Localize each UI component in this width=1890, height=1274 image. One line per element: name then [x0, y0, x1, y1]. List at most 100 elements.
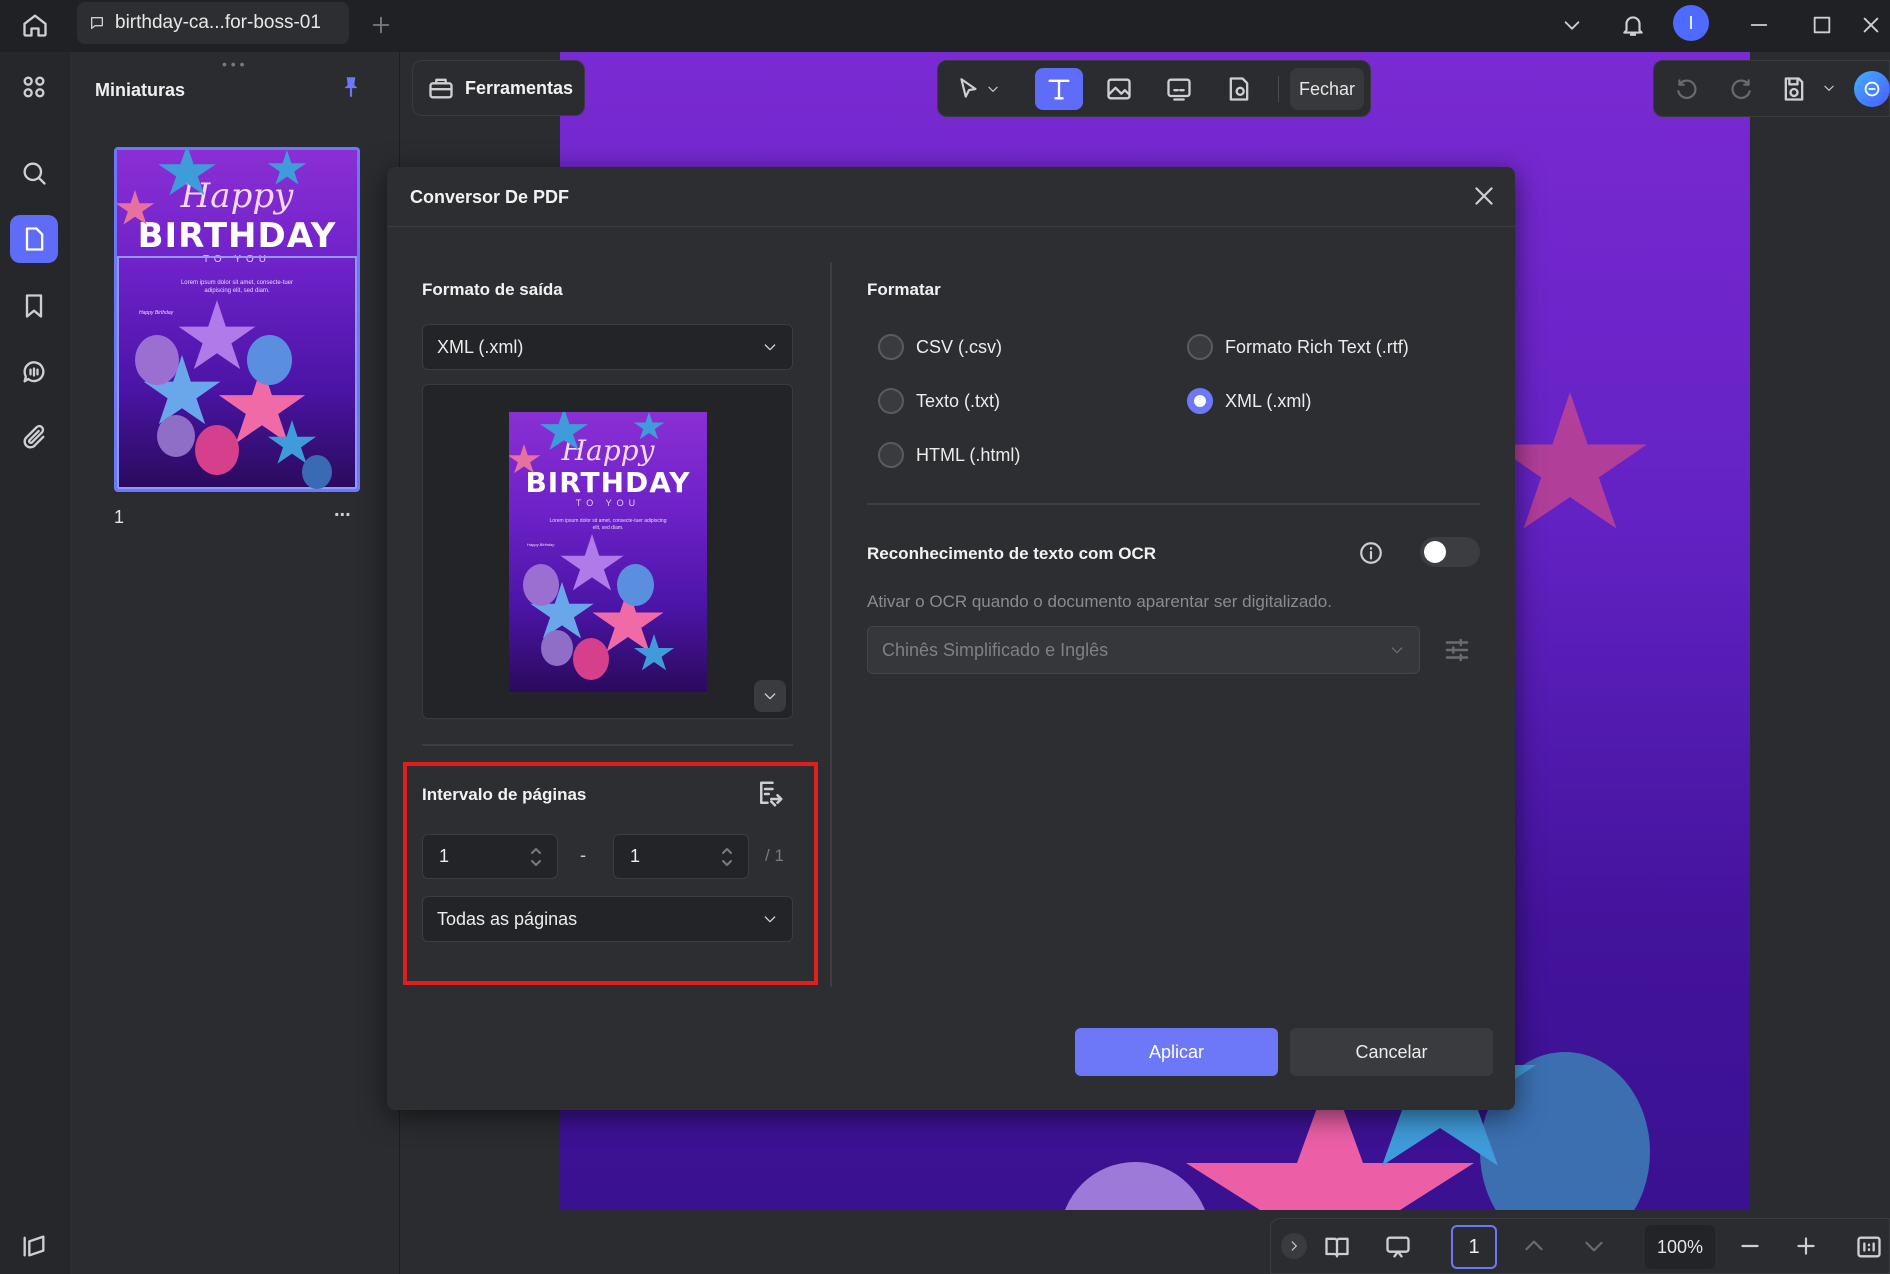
rail-comments-button[interactable] [10, 348, 58, 396]
avatar[interactable]: I [1673, 5, 1709, 41]
rail-apps-button[interactable] [10, 63, 58, 111]
output-format-select[interactable]: XML (.xml) [422, 324, 793, 370]
cancel-button[interactable]: Cancelar [1290, 1028, 1493, 1076]
format-option-rtf[interactable]: Formato Rich Text (.rtf) [1187, 334, 1409, 360]
rail-search-button[interactable] [10, 149, 58, 197]
link-tool[interactable] [1155, 68, 1203, 110]
radio-button[interactable] [878, 334, 904, 360]
ocr-language-select[interactable]: Chinês Simplificado e Inglês [867, 626, 1420, 674]
notifications-button[interactable] [1614, 6, 1652, 44]
dialog-close-button[interactable] [1471, 183, 1497, 209]
output-format-value: XML (.xml) [437, 336, 524, 357]
format-option-txt[interactable]: Texto (.txt) [878, 388, 1000, 414]
drag-handle[interactable]: • • • [222, 56, 244, 72]
radio-button[interactable] [1187, 334, 1213, 360]
close-edit-button[interactable]: Fechar [1290, 68, 1364, 110]
watermark-tool[interactable] [1215, 68, 1263, 110]
presentation-button[interactable] [1383, 1233, 1413, 1261]
poster-to-you: TO YOU [575, 498, 641, 508]
preview-expand-button[interactable] [754, 680, 786, 712]
reading-mode-button[interactable] [1323, 1233, 1351, 1261]
tab-list-button[interactable] [1555, 8, 1589, 42]
minimize-button[interactable] [1740, 6, 1778, 44]
dialog-title: Conversor De PDF [410, 187, 570, 207]
page-thumbnail[interactable]: Happy BIRTHDAY TO YOU Lorem ipsum dolor … [114, 147, 360, 492]
expand-button[interactable] [1281, 1233, 1307, 1259]
tools-label: Ferramentas [465, 77, 574, 98]
ocr-settings-button[interactable] [1442, 635, 1472, 665]
right-divider [867, 503, 1480, 505]
poster-happy: Happy [561, 434, 655, 467]
ai-assistant-button[interactable] [1854, 71, 1890, 107]
home-icon [23, 14, 47, 37]
format-option-label: Formato Rich Text (.rtf) [1225, 336, 1409, 357]
format-option-xml[interactable]: XML (.xml) [1187, 388, 1311, 414]
home-button[interactable] [16, 6, 54, 44]
undo-button[interactable] [1674, 76, 1700, 102]
page-number-input[interactable]: 1 [1451, 1225, 1497, 1269]
actual-size-icon [1857, 1236, 1881, 1258]
radio-button[interactable] [878, 388, 904, 414]
actual-size-button[interactable] [1855, 1233, 1883, 1261]
minus-icon [1741, 1244, 1759, 1248]
poster-birthday: BIRTHDAY [137, 216, 337, 256]
new-tab-button[interactable] [366, 10, 396, 40]
decor-balloon [573, 638, 609, 680]
save-options-button[interactable] [1822, 81, 1836, 95]
select-tool[interactable] [948, 68, 1008, 110]
ocr-info-button[interactable] [1358, 540, 1384, 566]
redo-button[interactable] [1728, 76, 1754, 102]
edit-toolbar: Fechar [937, 60, 1371, 117]
apply-button[interactable]: Aplicar [1075, 1028, 1278, 1076]
decor-balloon [195, 425, 239, 475]
image-icon [1107, 78, 1131, 100]
rail-layers-button[interactable] [10, 1222, 58, 1270]
radio-button[interactable] [878, 442, 904, 468]
thumbnail-more-button[interactable]: ... [334, 499, 351, 522]
pin-button[interactable] [338, 74, 364, 100]
thumbnails-panel: • • • Miniaturas Happy BIRTHDAY TO YOU L… [70, 52, 400, 1274]
chevron-down-icon [764, 344, 776, 351]
toolbox-icon [429, 78, 453, 99]
column-divider [830, 262, 832, 987]
rail-attachments-button[interactable] [10, 414, 58, 462]
chevron-up-icon [1525, 1240, 1543, 1251]
pin-icon [344, 77, 358, 97]
comment-icon [23, 361, 45, 383]
save-icon [1784, 77, 1804, 101]
toggle-knob [1424, 541, 1446, 563]
decor-balloon [523, 564, 559, 606]
redo-icon [1731, 79, 1751, 99]
ocr-toggle[interactable] [1420, 537, 1480, 567]
zoom-label: 100% [1656, 1236, 1704, 1257]
radio-button-selected[interactable] [1187, 388, 1213, 414]
decor-star [560, 534, 624, 591]
format-option-csv[interactable]: CSV (.csv) [878, 334, 1002, 360]
close-window-button[interactable] [1852, 6, 1890, 44]
image-tool[interactable] [1095, 68, 1143, 110]
zoom-value[interactable]: 100% [1645, 1225, 1715, 1269]
ocr-hint: Ativar o OCR quando o documento aparenta… [867, 592, 1332, 611]
decor-balloon [247, 335, 292, 385]
document-preview: Happy BIRTHDAY TO YOU Lorem ipsum dolor … [422, 384, 793, 719]
decor-balloon [135, 335, 179, 385]
zoom-in-button[interactable] [1793, 1233, 1819, 1259]
prev-page-button[interactable] [1521, 1233, 1547, 1259]
save-button[interactable] [1780, 75, 1808, 103]
ai-assistant-icon [1864, 81, 1880, 97]
tools-button[interactable]: Ferramentas [412, 60, 585, 116]
document-tab[interactable]: birthday-ca...for-boss-01 [77, 2, 349, 44]
next-page-button[interactable] [1581, 1233, 1607, 1259]
chevron-down-icon [988, 86, 998, 92]
maximize-button[interactable] [1803, 6, 1841, 44]
plus-icon [1797, 1237, 1815, 1255]
text-tool[interactable] [1035, 68, 1083, 110]
page-icon [25, 227, 44, 251]
cancel-label: Cancelar [1355, 1041, 1428, 1062]
chevron-down-icon [1824, 85, 1834, 91]
rail-thumbnails-button[interactable] [10, 215, 58, 263]
cursor-icon [960, 78, 977, 98]
format-option-html[interactable]: HTML (.html) [878, 442, 1020, 468]
rail-bookmarks-button[interactable] [10, 282, 58, 330]
zoom-out-button[interactable] [1737, 1233, 1763, 1259]
